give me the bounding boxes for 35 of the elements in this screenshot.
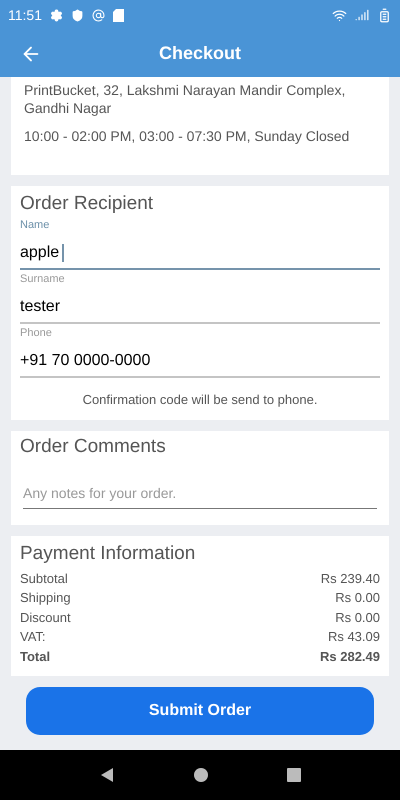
signal-icon xyxy=(355,8,369,22)
field-label: Phone xyxy=(20,326,53,340)
field-label: Surname xyxy=(20,272,66,286)
shield-icon xyxy=(71,8,84,22)
section-title: Payment Information xyxy=(20,542,196,566)
battery-icon xyxy=(377,8,392,22)
payment-amount: Rs 0.00 xyxy=(335,608,380,626)
text-cursor xyxy=(62,244,64,262)
app-bar-title: Checkout xyxy=(159,42,241,65)
payment-label: Subtotal xyxy=(20,570,68,588)
home-nav-icon[interactable] xyxy=(193,767,209,783)
payment-label: Shipping xyxy=(20,589,71,607)
gear-icon xyxy=(50,8,63,22)
wifi-icon xyxy=(332,8,347,22)
submit-order-button[interactable]: Submit Order xyxy=(26,687,374,735)
confirmation-note: Confirmation code will be send to phone. xyxy=(82,391,318,409)
payment-label: Discount xyxy=(20,608,71,626)
section-title: Order Recipient xyxy=(20,192,154,216)
payment-label: Total xyxy=(20,648,50,666)
store-address: PrintBucket, 32, Lakshmi Narayan Mandir Complex, Gandhi Nagar xyxy=(24,81,346,117)
store-hours: 10:00 - 02:00 PM, 03:00 - 07:30 PM, Sunday Closed xyxy=(24,127,350,145)
payment-amount: Rs 0.00 xyxy=(335,589,380,607)
payment-amount: Rs 239.40 xyxy=(320,570,380,588)
text-field[interactable]: tester xyxy=(20,286,380,324)
text-field[interactable]: apple xyxy=(20,232,380,270)
payment-amount: Rs 282.49 xyxy=(320,648,380,666)
back-nav-icon[interactable] xyxy=(99,767,115,783)
payment-label: VAT: xyxy=(20,628,46,646)
sd-card-icon xyxy=(113,8,124,22)
section-title: Order Comments xyxy=(20,434,167,458)
at-sign-icon xyxy=(92,8,105,22)
text-field[interactable]: +91 70 0000-0000 xyxy=(20,340,380,378)
payment-amount: Rs 43.09 xyxy=(328,628,380,646)
status-time: 11:51 xyxy=(8,6,42,24)
field-label: Name xyxy=(20,218,50,232)
